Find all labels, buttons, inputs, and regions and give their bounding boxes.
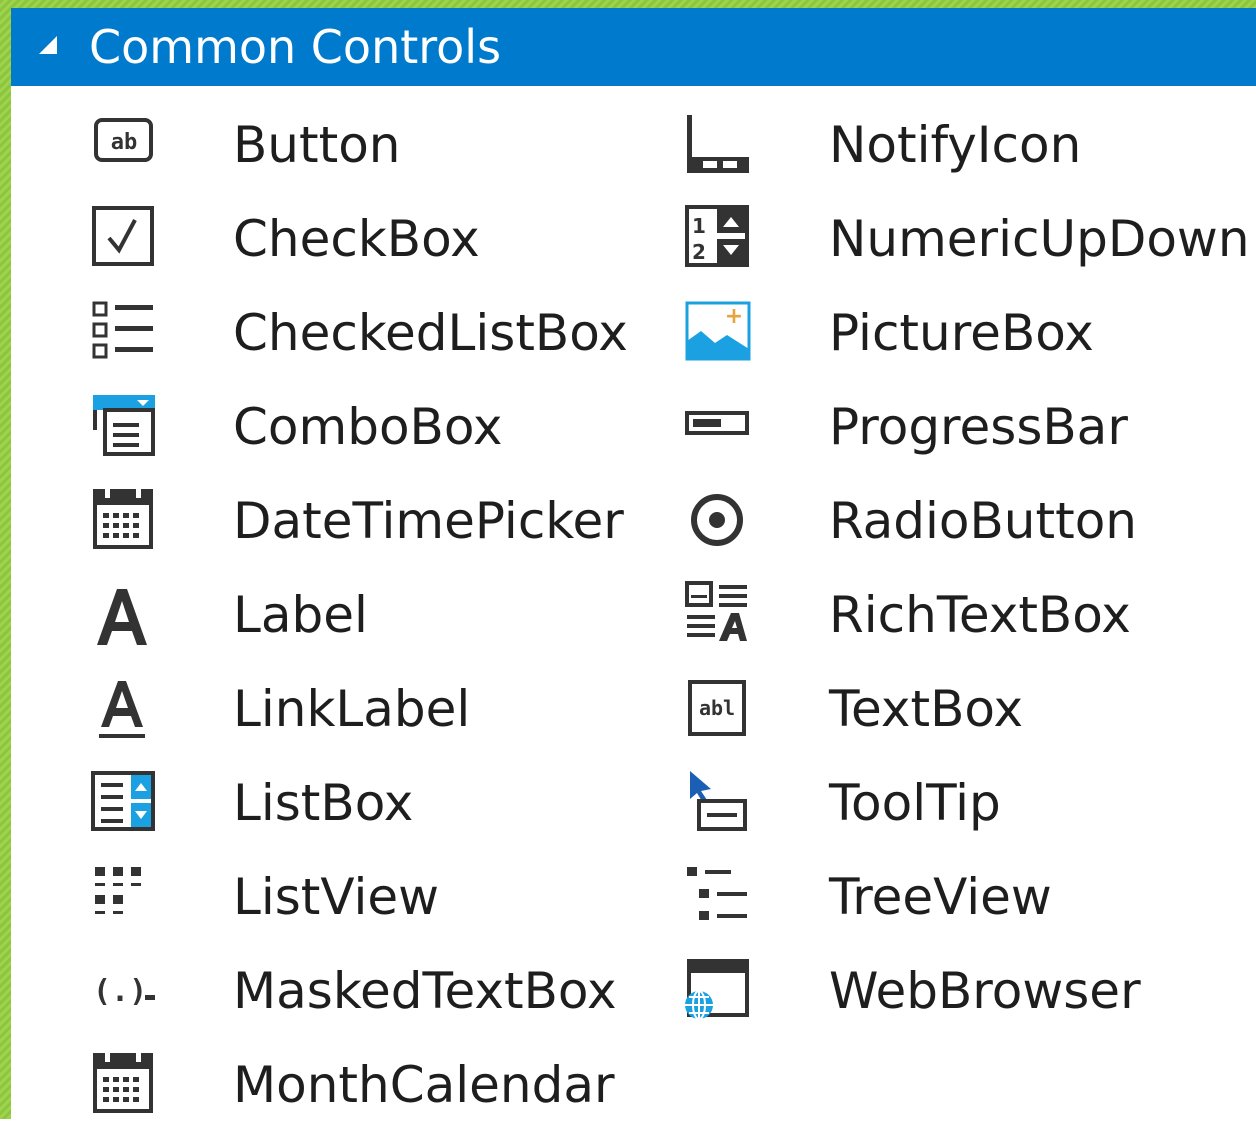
toolbox-item-label: ToolTip xyxy=(829,774,1001,832)
toolbox-item-label: MonthCalendar xyxy=(233,1056,615,1114)
toolbox-item-radiobutton[interactable]: RadioButton xyxy=(681,487,1256,577)
toolbox-item-label: CheckedListBox xyxy=(233,304,628,362)
toolbox-item-maskedtextbox[interactable]: (.) MaskedTextBox xyxy=(87,957,647,1047)
listbox-icon xyxy=(87,769,157,839)
toolbox-item-webbrowser[interactable]: WebBrowser xyxy=(681,957,1256,1047)
listview-icon xyxy=(87,863,157,933)
toolbox-item-button[interactable]: ab Button xyxy=(87,111,647,201)
toolbox-item-listbox[interactable]: ListBox xyxy=(87,769,647,859)
monthcalendar-icon xyxy=(87,1051,157,1121)
toolbox-item-label: Button xyxy=(233,116,401,174)
checkbox-icon xyxy=(87,205,157,275)
toolbox-item-listview[interactable]: ListView xyxy=(87,863,647,953)
toolbox-item-checkbox[interactable]: CheckBox xyxy=(87,205,647,295)
toolbox-item-label: ComboBox xyxy=(233,398,503,456)
toolbox-item-checkedlistbox[interactable]: CheckedListBox xyxy=(87,299,647,389)
section-title: Common Controls xyxy=(89,20,502,74)
toolbox-item-label: CheckBox xyxy=(233,210,480,268)
button-icon-glyph: ab xyxy=(111,130,138,155)
textbox-icon: abl xyxy=(681,675,751,745)
toolbox-item-combobox[interactable]: ComboBox xyxy=(87,393,647,483)
richtextbox-icon xyxy=(681,581,751,651)
datetimepicker-icon xyxy=(87,487,157,557)
toolbox-item-tooltip[interactable]: ToolTip xyxy=(681,769,1256,859)
toolbox-panel: Common Controls ab Button CheckBox Check… xyxy=(11,8,1256,1119)
toolbox-item-treeview[interactable]: TreeView xyxy=(681,863,1256,953)
toolbox-item-numericupdown[interactable]: 1 2 NumericUpDown xyxy=(681,205,1256,295)
collapse-triangle-icon[interactable] xyxy=(39,36,57,54)
toolbox-item-textbox[interactable]: abl TextBox xyxy=(681,675,1256,765)
picturebox-icon: + xyxy=(681,299,751,369)
toolbox-item-datetimepicker[interactable]: DateTimePicker xyxy=(87,487,647,577)
toolbox-item-monthcalendar[interactable]: MonthCalendar xyxy=(87,1051,647,1141)
treeview-icon xyxy=(681,863,751,933)
toolbox-item-label: Label xyxy=(233,586,368,644)
webbrowser-icon xyxy=(681,957,751,1027)
tooltip-icon xyxy=(681,769,751,839)
toolbox-item-picturebox[interactable]: + PictureBox xyxy=(681,299,1256,389)
progressbar-icon xyxy=(681,393,751,463)
numericupdown-icon-bottom: 2 xyxy=(692,240,706,264)
toolbox-item-label: LinkLabel xyxy=(233,680,471,738)
toolbox-item-label: RadioButton xyxy=(829,492,1137,550)
label-icon xyxy=(87,581,157,651)
maskedtextbox-icon: (.) xyxy=(87,957,157,1027)
linklabel-icon xyxy=(87,675,157,745)
numericupdown-icon: 1 2 xyxy=(681,205,751,275)
toolbox-item-label: RichTextBox xyxy=(829,586,1131,644)
toolbox-item-richtextbox[interactable]: RichTextBox xyxy=(681,581,1256,671)
toolbox-item-label: WebBrowser xyxy=(829,962,1141,1020)
button-icon: ab xyxy=(87,111,157,181)
toolbox-item-label: MaskedTextBox xyxy=(233,962,617,1020)
picturebox-icon-plus: + xyxy=(725,304,743,329)
maskedtextbox-icon-glyph: (.) xyxy=(93,974,147,1009)
toolbox-item-label: ListView xyxy=(233,868,440,926)
toolbox-item-progressbar[interactable]: ProgressBar xyxy=(681,393,1256,483)
notifyicon-icon xyxy=(681,111,751,181)
numericupdown-icon-top: 1 xyxy=(692,214,706,238)
toolbox-item-label: DateTimePicker xyxy=(233,492,624,550)
toolbox-item-label[interactable]: Label xyxy=(87,581,647,671)
toolbox-item-label: NumericUpDown xyxy=(829,210,1250,268)
toolbox-item-label: PictureBox xyxy=(829,304,1094,362)
toolbox-item-label: NotifyIcon xyxy=(829,116,1082,174)
toolbox-item-notifyicon[interactable]: NotifyIcon xyxy=(681,111,1256,201)
toolbox-item-label: ProgressBar xyxy=(829,398,1128,456)
toolbox-item-label: TreeView xyxy=(829,868,1052,926)
combobox-icon xyxy=(87,393,157,463)
checkedlistbox-icon xyxy=(87,299,157,369)
section-header-common-controls[interactable]: Common Controls xyxy=(11,8,1256,86)
toolbox-item-label: TextBox xyxy=(829,680,1024,738)
toolbox-item-label: ListBox xyxy=(233,774,414,832)
radiobutton-icon xyxy=(681,487,751,557)
toolbox-item-linklabel[interactable]: LinkLabel xyxy=(87,675,647,765)
textbox-icon-glyph: abl xyxy=(699,696,735,720)
